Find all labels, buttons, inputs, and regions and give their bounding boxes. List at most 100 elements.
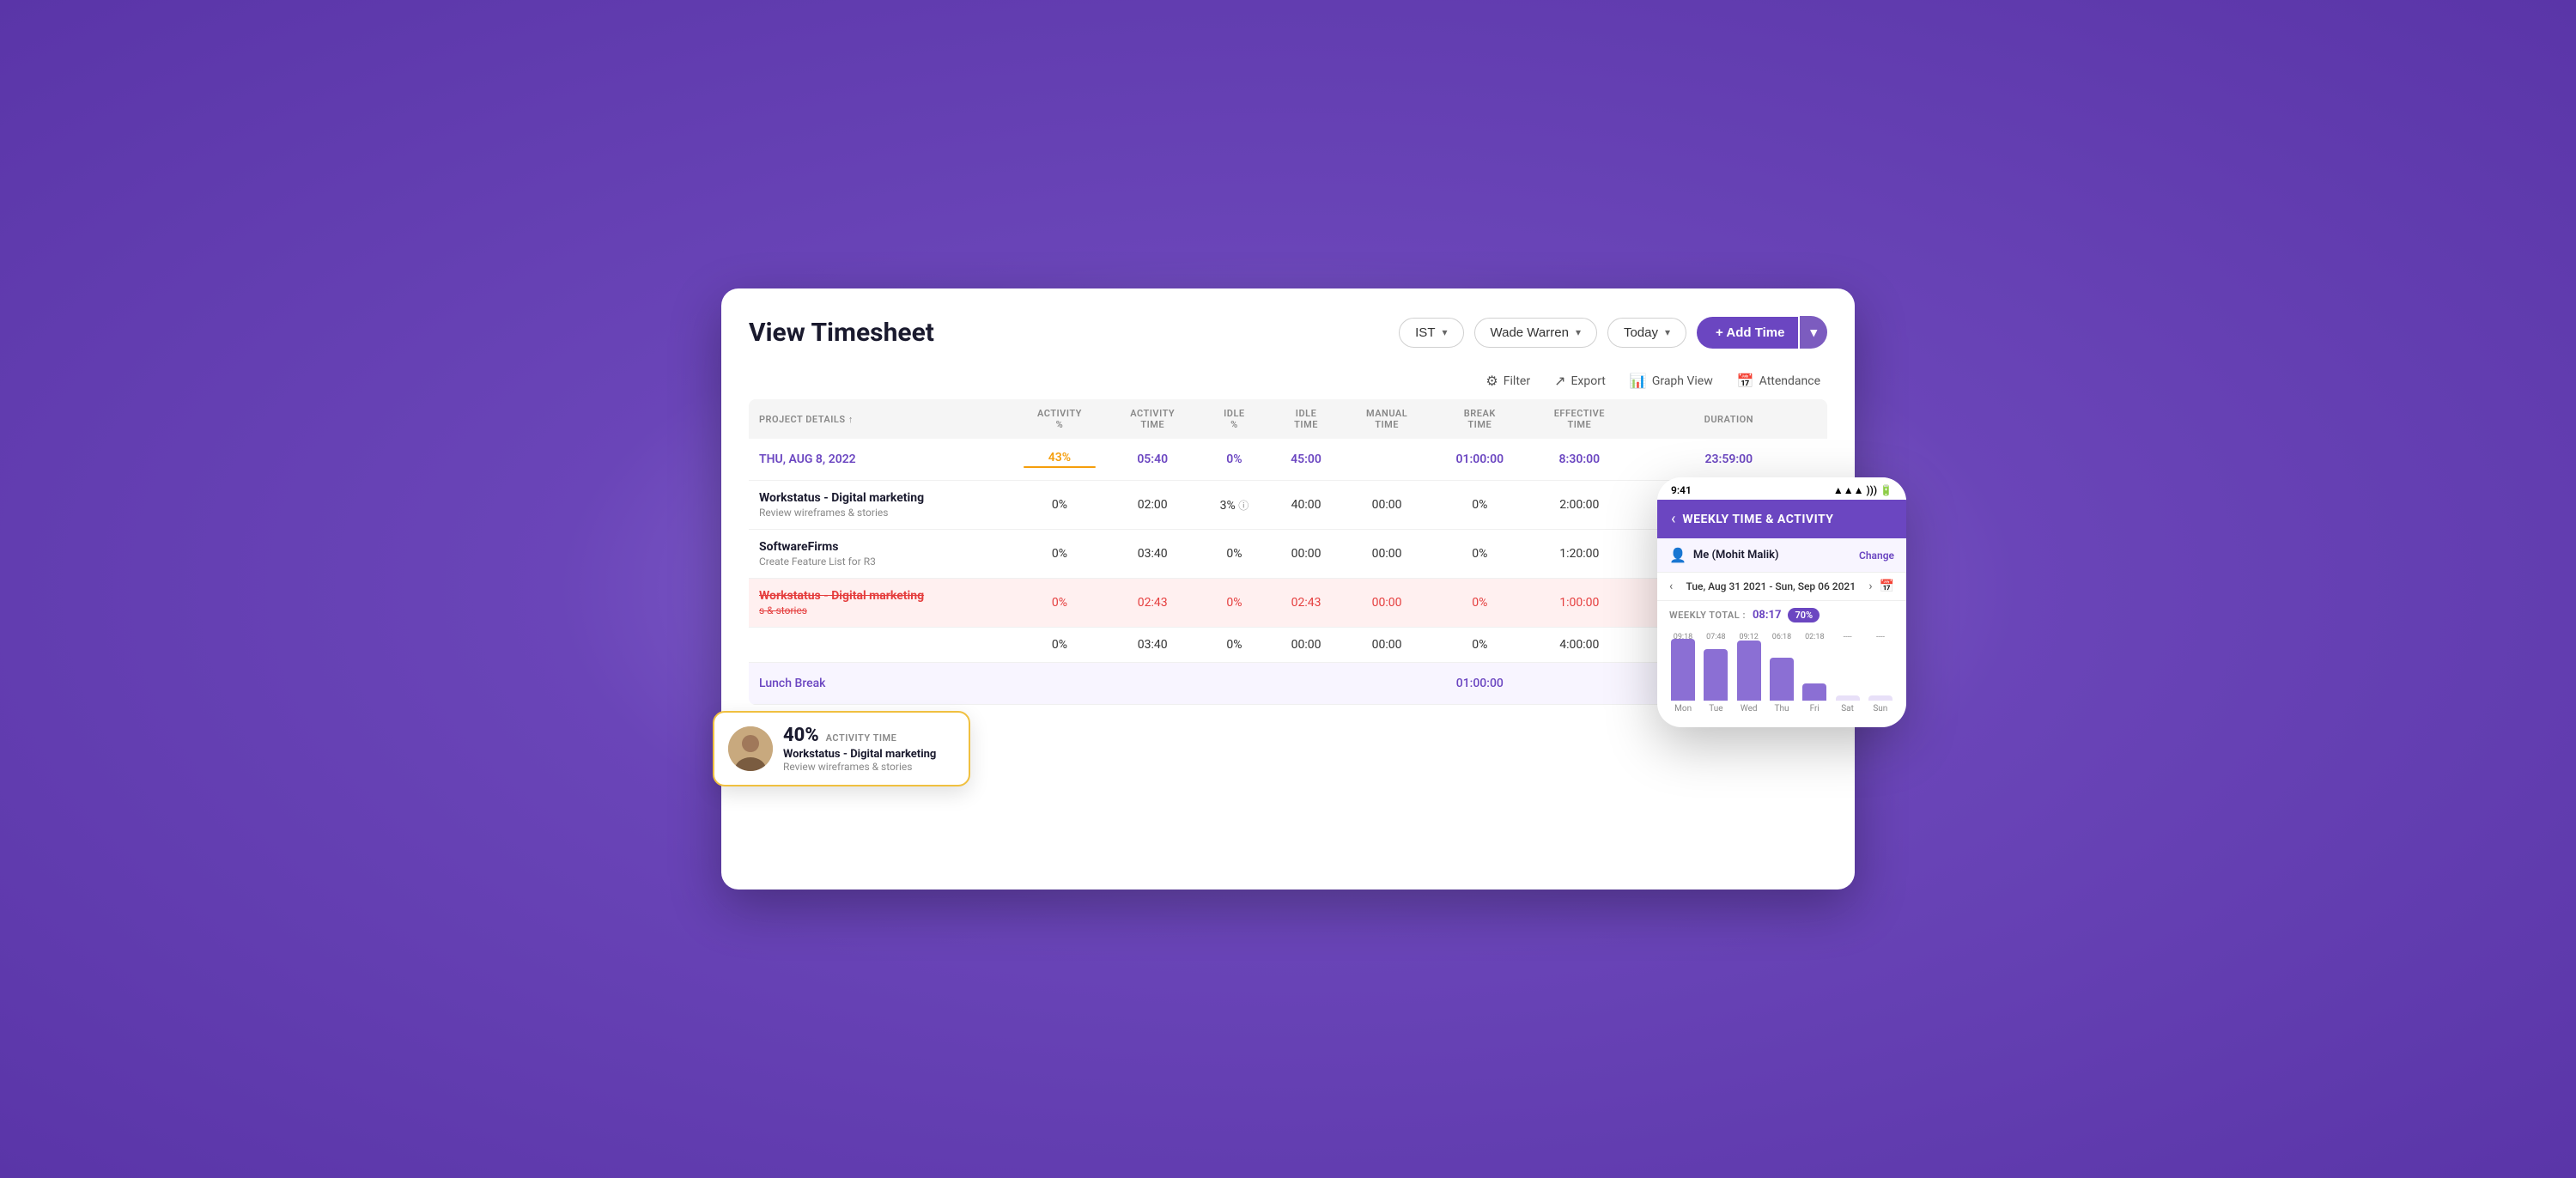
user-icon: 👤	[1669, 547, 1686, 563]
col-effective-time: EFFECTIVETIME	[1528, 399, 1631, 439]
mobile-date-range: Tue, Aug 31 2021 - Sun, Sep 06 2021	[1686, 580, 1856, 592]
col-activity-time: ACTIVITYTIME	[1106, 399, 1199, 439]
row2-idle-pct: 0%	[1199, 530, 1269, 579]
bar-mon: Mon	[1669, 639, 1697, 713]
period-dropdown[interactable]: Today ▾	[1607, 318, 1686, 348]
bar-sun: Sun	[1867, 695, 1894, 713]
bar-wed: Wed	[1735, 641, 1763, 713]
date-duration: 23:59:00	[1631, 439, 1827, 481]
avatar	[728, 726, 773, 771]
row1-effective-time: 2:00:00	[1528, 481, 1631, 530]
bar-sat: Sat	[1833, 695, 1861, 713]
add-time-group: + Add Time ▾	[1697, 316, 1827, 349]
prev-week-button[interactable]: ‹	[1669, 580, 1673, 593]
weekly-total-value: 08:17	[1753, 609, 1782, 622]
row3-idle-time: 02:43	[1269, 579, 1342, 628]
row3-effective-time: 1:00:00	[1528, 579, 1631, 628]
date-manual-time	[1343, 439, 1431, 481]
bar-fri: Fri	[1801, 683, 1828, 713]
date-idle-time: 45:00	[1269, 439, 1342, 481]
chevron-down-icon: ▾	[1576, 326, 1581, 338]
col-idle-time: IDLETIME	[1269, 399, 1342, 439]
date-row: THU, AUG 8, 2022 43% 05:40 0% 45:00 01:0…	[749, 439, 1827, 481]
add-time-button[interactable]: + Add Time	[1697, 317, 1798, 349]
mobile-header: ‹ WEEKLY TIME & ACTIVITY	[1657, 500, 1906, 538]
filter-icon: ⚙	[1485, 373, 1498, 389]
row1-idle-pct: 3% ⓘ	[1199, 481, 1269, 530]
row2-break-time: 0%	[1431, 530, 1528, 579]
row1-activity-time: 02:00	[1106, 481, 1199, 530]
row4-idle-time: 00:00	[1269, 628, 1342, 663]
date-cell: THU, AUG 8, 2022	[749, 439, 1013, 481]
tooltip-pct: 40%	[783, 725, 819, 746]
page-title: View Timesheet	[749, 318, 934, 348]
next-week-button[interactable]: ›	[1868, 580, 1872, 593]
row2-manual-time: 00:00	[1343, 530, 1431, 579]
attendance-icon: 📅	[1737, 373, 1754, 389]
row3-activity-time: 02:43	[1106, 579, 1199, 628]
weekly-total-label: WEEKLY TOTAL :	[1669, 610, 1746, 621]
main-card: View Timesheet IST ▾ Wade Warren ▾ Today…	[721, 288, 1855, 890]
row1-activity-pct: 0%	[1013, 481, 1106, 530]
row4-idle-pct: 0%	[1199, 628, 1269, 663]
toolbar: ⚙ Filter ↗ Export 📊 Graph View 📅 Attenda…	[749, 373, 1827, 389]
row2-activity-pct: 0%	[1013, 530, 1106, 579]
row1-idle-time: 40:00	[1269, 481, 1342, 530]
bar-tue: Tue	[1702, 649, 1729, 713]
timezone-dropdown[interactable]: IST ▾	[1399, 318, 1463, 348]
row3-idle-pct: 0%	[1199, 579, 1269, 628]
weekly-pct-badge: 70%	[1788, 608, 1820, 622]
row3-break-time: 0%	[1431, 579, 1528, 628]
lunch-break-time	[1199, 663, 1431, 705]
row4-activity-time: 03:40	[1106, 628, 1199, 663]
chevron-down-icon: ▾	[1442, 326, 1447, 338]
mobile-status-bar: 9:41 ▲▲▲ ))) 🔋	[1657, 477, 1906, 500]
col-break-time: BREAKTIME	[1431, 399, 1528, 439]
user-dropdown[interactable]: Wade Warren ▾	[1474, 318, 1597, 348]
export-button[interactable]: ↗ Export	[1554, 373, 1606, 389]
tooltip-project: Workstatus - Digital marketing	[783, 748, 936, 761]
col-manual-time: MANUALTIME	[1343, 399, 1431, 439]
graph-view-button[interactable]: 📊 Graph View	[1630, 373, 1713, 389]
chevron-down-icon: ▾	[1665, 326, 1670, 338]
chart-val-sat: ----	[1834, 633, 1862, 641]
back-button[interactable]: ‹	[1671, 510, 1675, 528]
mobile-weekly-total: WEEKLY TOTAL : 08:17 70%	[1657, 601, 1906, 629]
mobile-overlay: 9:41 ▲▲▲ ))) 🔋 ‹ WEEKLY TIME & ACTIVITY …	[1657, 477, 1906, 727]
lunch-effective	[1528, 663, 1631, 705]
attendance-button[interactable]: 📅 Attendance	[1737, 373, 1820, 389]
row3-project: Workstatus - Digital marketing s & stori…	[749, 579, 1013, 628]
activity-tooltip: 40% ACTIVITY TIME Workstatus - Digital m…	[713, 711, 970, 786]
change-button[interactable]: Change	[1859, 550, 1894, 562]
export-icon: ↗	[1554, 373, 1565, 389]
date-activity-pct: 43%	[1013, 439, 1106, 481]
header: View Timesheet IST ▾ Wade Warren ▾ Today…	[749, 316, 1827, 349]
chart-val-tue: 07:48	[1702, 633, 1729, 641]
row2-project: SoftwareFirms Create Feature List for R3	[749, 530, 1013, 579]
row3-manual-time: 00:00	[1343, 579, 1431, 628]
mobile-header-title: WEEKLY TIME & ACTIVITY	[1682, 513, 1833, 526]
calendar-icon[interactable]: 📅	[1880, 580, 1894, 593]
date-effective-time: 8:30:00	[1528, 439, 1631, 481]
tooltip-task: Review wireframes & stories	[783, 761, 936, 773]
row1-manual-time: 00:00	[1343, 481, 1431, 530]
row2-activity-time: 03:40	[1106, 530, 1199, 579]
col-activity-pct: ACTIVITY%	[1013, 399, 1106, 439]
row4-activity-pct: 0%	[1013, 628, 1106, 663]
mobile-user-name: Me (Mohit Malik)	[1693, 549, 1779, 562]
row1-project: Workstatus - Digital marketing Review wi…	[749, 481, 1013, 530]
row2-idle-time: 00:00	[1269, 530, 1342, 579]
lunch-break-value: 01:00:00	[1431, 663, 1528, 705]
col-duration: DURATION	[1631, 399, 1827, 439]
filter-button[interactable]: ⚙ Filter	[1485, 373, 1530, 389]
mobile-signal: ▲▲▲ ))) 🔋	[1833, 484, 1893, 496]
header-controls: IST ▾ Wade Warren ▾ Today ▾ + Add Time ▾	[1399, 316, 1827, 349]
col-project: PROJECT DETAILS ↑	[749, 399, 1013, 439]
row4-project	[749, 628, 1013, 663]
tooltip-pct-label: ACTIVITY TIME	[826, 732, 897, 744]
date-break-time: 01:00:00	[1431, 439, 1528, 481]
add-time-caret[interactable]: ▾	[1800, 316, 1827, 349]
bar-thu: Thu	[1768, 658, 1795, 713]
lunch-label: Lunch Break	[749, 663, 1199, 705]
graph-icon: 📊	[1630, 373, 1647, 389]
